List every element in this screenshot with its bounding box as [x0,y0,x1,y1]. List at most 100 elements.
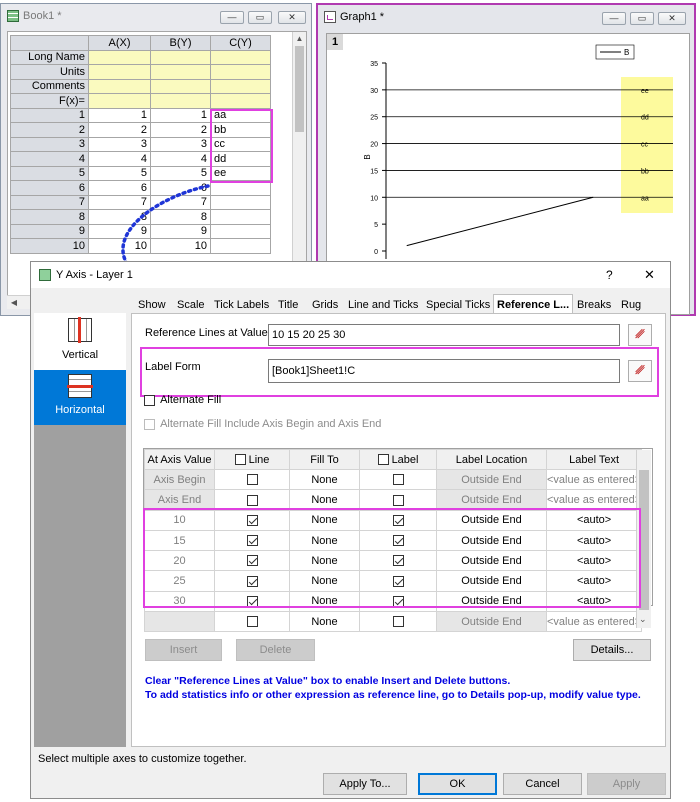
vertical-scrollbar[interactable]: ▲ [292,32,306,294]
label-cell[interactable] [359,550,437,572]
cell[interactable]: 1 [88,107,151,123]
alternate-fill-option[interactable]: Alternate Fill [144,394,221,406]
minimize-button[interactable]: — [220,11,244,24]
label-form-picker-button[interactable]: ␥ [628,360,652,382]
table-row[interactable]: 10 None Outside End <auto> [144,509,643,531]
maximize-button[interactable]: ▭ [248,11,272,24]
label-location-cell[interactable]: Outside End [436,529,547,552]
fill-to-cell[interactable]: None [289,590,360,613]
tab-scale[interactable]: Scale [174,296,208,314]
tab-title[interactable]: Title [275,296,301,314]
alternate-fill-checkbox[interactable] [144,394,155,406]
scroll-up-icon[interactable]: ▲ [293,32,306,46]
column-header-b[interactable]: B(Y) [150,35,211,51]
dialog-titlebar[interactable]: Y Axis - Layer 1 ? ✕ [31,262,670,288]
cell[interactable] [210,194,271,210]
cell[interactable]: 2 [88,122,151,138]
header-label-text[interactable]: Label Text [545,449,643,470]
line-checkbox[interactable] [246,535,258,547]
line-cell[interactable] [214,570,290,592]
row-number[interactable]: 8 [10,209,89,225]
fill-to-cell[interactable]: None [289,529,360,552]
ok-button[interactable]: OK [418,773,497,795]
line-checkbox[interactable] [246,474,258,486]
cell[interactable]: 6 [150,180,211,196]
cell[interactable]: 3 [88,136,151,152]
at-axis-value-cell[interactable] [144,611,215,633]
cell[interactable] [150,64,211,80]
tab-breaks[interactable]: Breaks [574,296,614,314]
cell[interactable] [210,238,271,254]
cell[interactable] [210,223,271,239]
header-line-checkbox[interactable] [234,454,246,466]
cell[interactable] [88,49,151,65]
label-text-cell[interactable]: <value as entered> [545,489,643,511]
line-checkbox[interactable] [246,494,258,506]
header-fill-to[interactable]: Fill To [289,449,360,470]
row-number[interactable]: 7 [10,194,89,210]
label-checkbox[interactable] [392,575,404,587]
label-location-cell[interactable]: Outside End [436,570,547,592]
line-checkbox[interactable] [246,575,258,587]
label-location-cell[interactable]: Outside End [436,489,547,511]
line-checkbox[interactable] [246,596,258,608]
ref-lines-picker-button[interactable]: ␥ [628,324,652,346]
at-axis-value-cell[interactable]: Axis Begin [144,468,215,491]
label-location-cell[interactable]: Outside End [436,509,547,531]
header-label-location[interactable]: Label Location [436,449,547,470]
at-axis-value-cell[interactable]: 10 [144,509,215,531]
close-button[interactable]: ✕ [278,11,306,24]
sidebar-item-horizontal[interactable]: Horizontal [34,370,126,425]
table-row[interactable]: 15 None Outside End <auto> [144,529,643,552]
header-at-axis-value[interactable]: At Axis Value [144,449,215,470]
label-location-cell[interactable]: Outside End [436,611,547,633]
cell[interactable]: 1 [150,107,211,123]
header-label-checkbox[interactable] [377,454,389,466]
table-scrollbar[interactable]: ⌄ [636,450,651,628]
line-checkbox[interactable] [246,555,258,567]
apply-button[interactable]: Apply [587,773,666,795]
column-header-c[interactable]: C(Y) [210,35,271,51]
label-cell[interactable] [359,468,437,491]
table-scroll-thumb[interactable] [639,470,649,610]
cell[interactable] [150,93,211,109]
cell[interactable]: 7 [150,194,211,210]
fill-to-cell[interactable]: None [289,489,360,511]
label-form-input[interactable]: [Book1]Sheet1!C [268,359,620,383]
cell[interactable]: 5 [150,165,211,181]
fill-to-cell[interactable]: None [289,550,360,572]
label-checkbox[interactable] [392,555,404,567]
label-checkbox[interactable] [392,616,404,628]
row-number[interactable]: 1 [10,107,89,123]
cell[interactable]: 5 [88,165,151,181]
row-number[interactable]: 3 [10,136,89,152]
label-cell[interactable] [359,611,437,633]
tab-reference-lines[interactable]: Reference L... [493,294,574,314]
label-cell[interactable] [359,509,437,531]
line-checkbox[interactable] [246,616,258,628]
details-button[interactable]: Details... [573,639,651,661]
line-cell[interactable] [214,509,290,531]
cell[interactable]: 6 [88,180,151,196]
line-cell[interactable] [214,590,290,613]
label-cell[interactable] [359,590,437,613]
cell[interactable] [210,64,271,80]
row-number[interactable]: 5 [10,165,89,181]
tab-show[interactable]: Show [135,296,169,314]
label-text-cell[interactable]: <value as entered> [545,468,643,491]
header-label[interactable]: Label [359,449,437,470]
cell[interactable] [210,49,271,65]
line-cell[interactable] [214,611,290,633]
row-number[interactable]: 10 [10,238,89,254]
header-line[interactable]: Line [214,449,290,470]
table-scroll-down-icon[interactable]: ⌄ [639,614,647,625]
cell[interactable] [210,209,271,225]
corner-cell[interactable] [10,35,89,51]
insert-button[interactable]: Insert [145,639,222,661]
cell[interactable]: 7 [88,194,151,210]
tab-rug[interactable]: Rug [618,296,644,314]
row-number[interactable]: 4 [10,151,89,167]
scroll-thumb[interactable] [295,46,304,132]
cell[interactable]: 4 [88,151,151,167]
dialog-close-button[interactable]: ✕ [644,267,655,283]
